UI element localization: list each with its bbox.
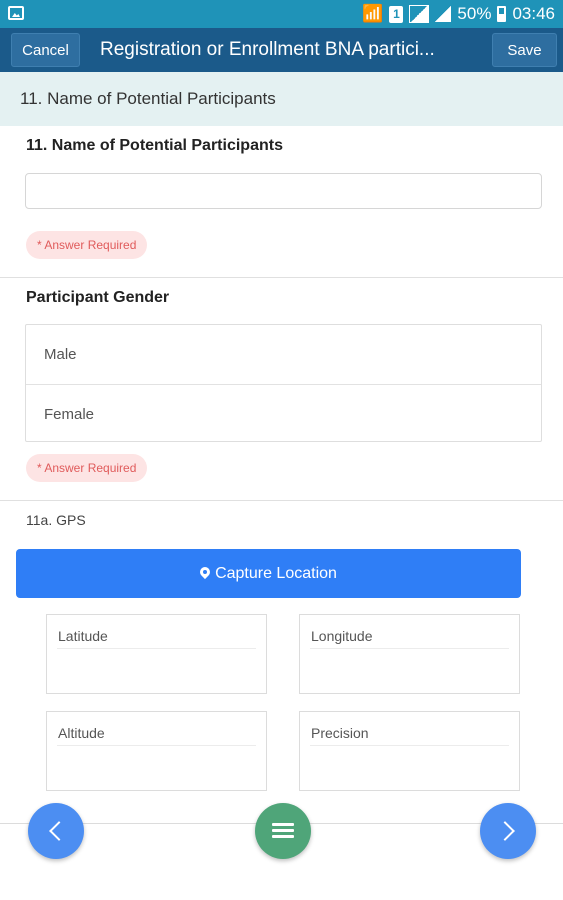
field-divider xyxy=(310,648,509,649)
capture-location-label: Capture Location xyxy=(215,564,337,582)
wifi-icon: 📶 xyxy=(362,4,384,23)
longitude-field[interactable]: Longitude xyxy=(299,614,520,694)
field-divider xyxy=(310,745,509,746)
sim-icon: 1 xyxy=(389,5,404,23)
status-bar-right: 📶 1 50% 03:46 xyxy=(362,3,555,25)
capture-location-button[interactable]: Capture Location xyxy=(16,549,521,598)
save-button[interactable]: Save xyxy=(492,33,557,67)
required-badge: * Answer Required xyxy=(26,231,148,259)
altitude-label: Altitude xyxy=(58,725,105,741)
field-divider xyxy=(57,648,256,649)
next-button[interactable] xyxy=(480,803,536,859)
chevron-left-icon xyxy=(49,821,69,841)
latitude-field[interactable]: Latitude xyxy=(46,614,267,694)
field-divider xyxy=(57,745,256,746)
app-toolbar: Cancel Registration or Enrollment BNA pa… xyxy=(0,28,563,72)
precision-label: Precision xyxy=(311,725,369,741)
gps-label: 11a. GPS xyxy=(26,512,86,528)
participant-name-input[interactable] xyxy=(25,173,542,209)
previous-button[interactable] xyxy=(28,803,84,859)
gender-option-male[interactable]: Male xyxy=(26,325,541,384)
status-bar: 📶 1 50% 03:46 xyxy=(0,0,563,28)
required-badge: * Answer Required xyxy=(26,454,148,482)
image-icon xyxy=(8,6,24,20)
map-pin-icon xyxy=(200,567,210,581)
altitude-field[interactable]: Altitude xyxy=(46,711,267,791)
gender-option-female[interactable]: Female xyxy=(26,384,541,443)
question-title-gender: Participant Gender xyxy=(26,289,170,306)
divider xyxy=(0,500,563,501)
cancel-button[interactable]: Cancel xyxy=(11,33,80,67)
battery-percent: 50% xyxy=(457,4,492,23)
menu-icon xyxy=(272,823,294,839)
signal-icon xyxy=(409,5,430,23)
section-header: 11. Name of Potential Participants xyxy=(0,72,563,126)
gender-option-list: Male Female xyxy=(25,324,542,442)
longitude-label: Longitude xyxy=(311,628,373,644)
question-title-name: 11. Name of Potential Participants xyxy=(26,137,283,154)
divider xyxy=(0,277,563,278)
signal-icon xyxy=(435,6,452,22)
precision-field[interactable]: Precision xyxy=(299,711,520,791)
latitude-label: Latitude xyxy=(58,628,108,644)
chevron-right-icon xyxy=(495,821,515,841)
page-title: Registration or Enrollment BNA partici..… xyxy=(100,39,435,60)
clock: 03:46 xyxy=(512,4,555,23)
menu-button[interactable] xyxy=(255,803,311,859)
battery-icon xyxy=(497,6,507,22)
